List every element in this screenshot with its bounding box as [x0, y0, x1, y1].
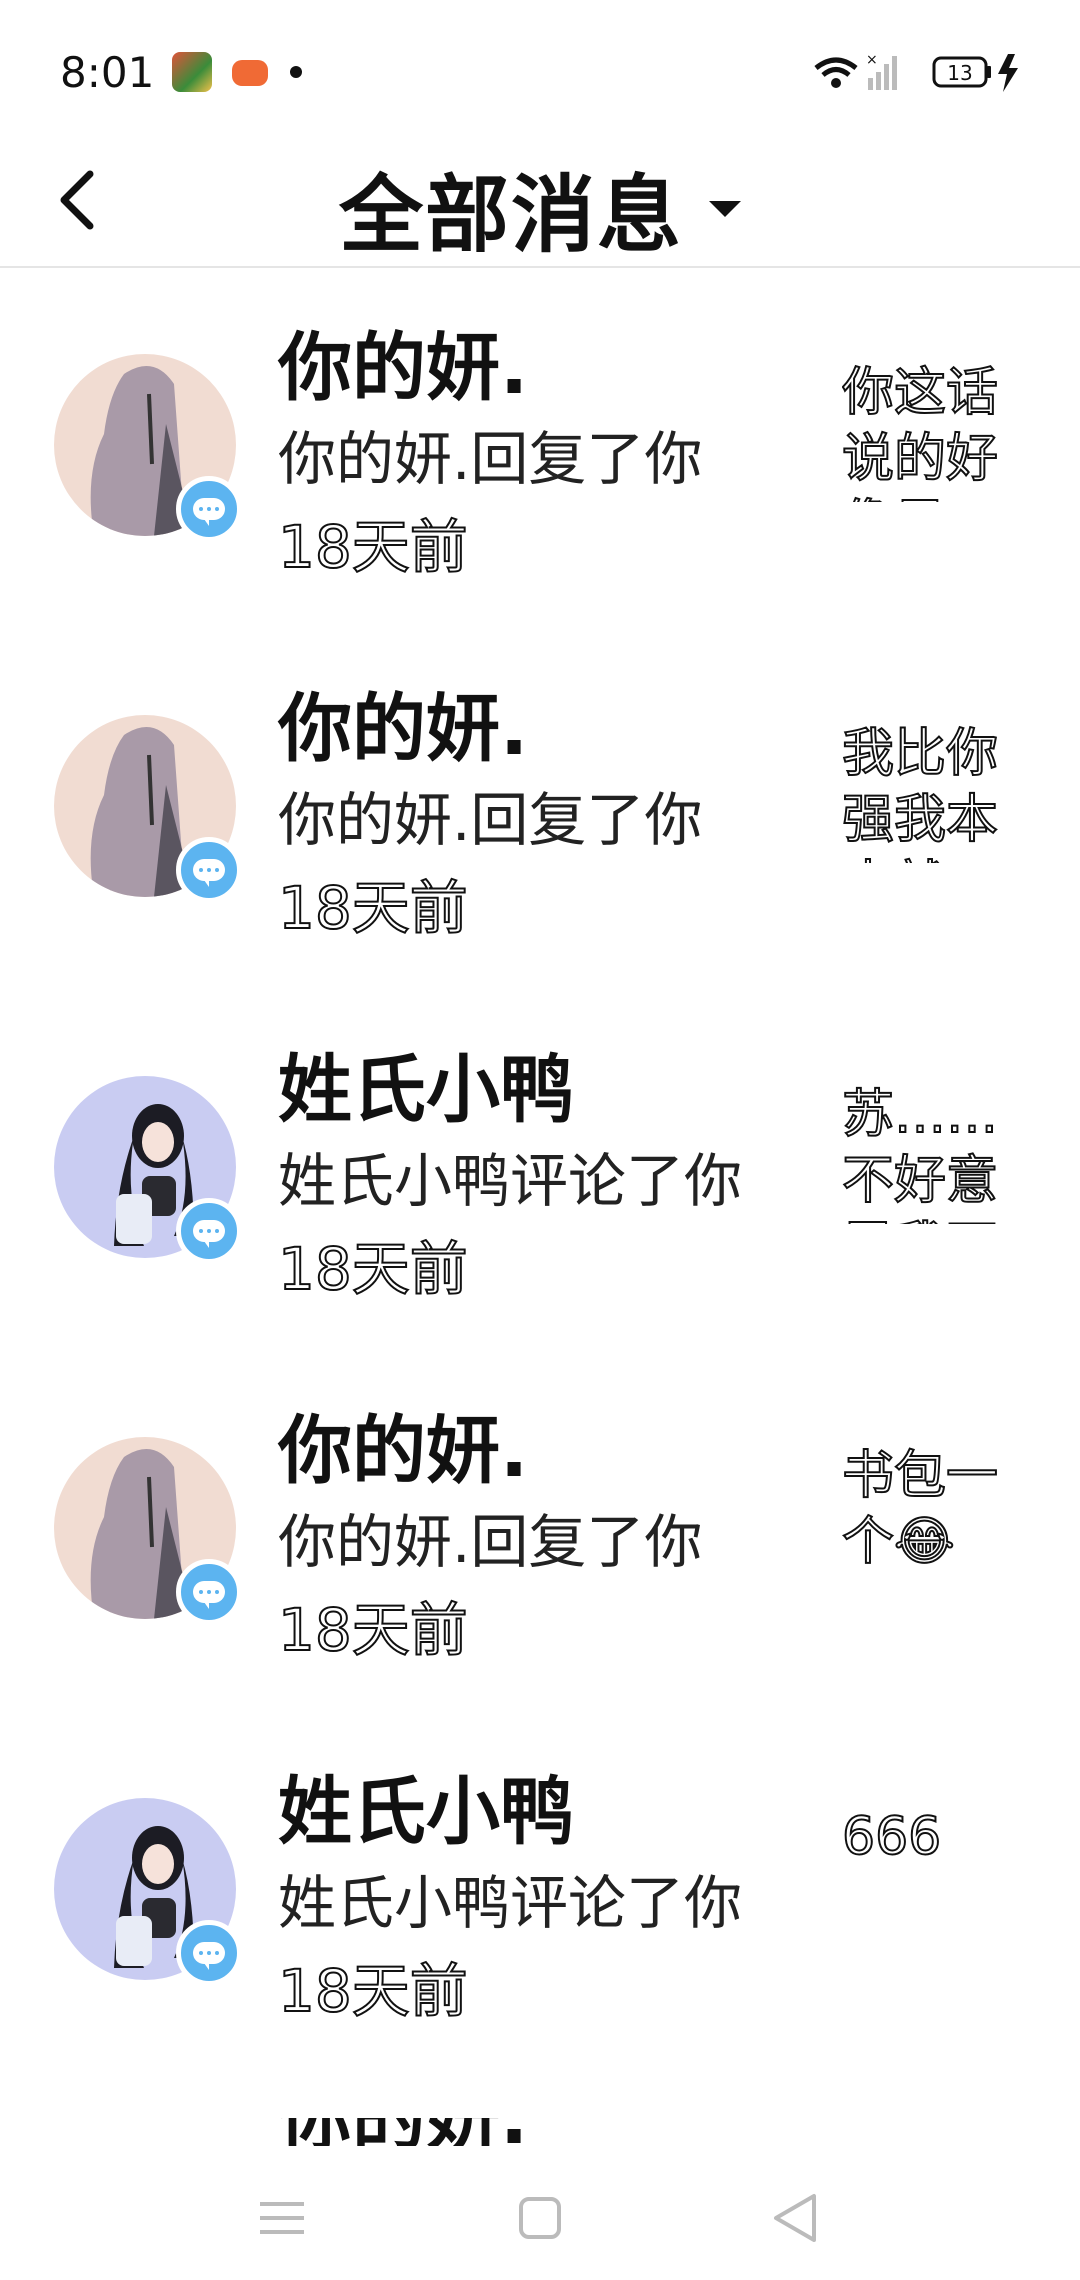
message-preview[interactable]: 苏……不好意思我不玩 [842, 1082, 1032, 1224]
message-preview[interactable]: 我比你强我本来就 [842, 721, 1032, 863]
message-time: 18天前 [277, 1956, 469, 2026]
back-triangle-icon [774, 2194, 816, 2242]
menu-button[interactable] [242, 2178, 322, 2258]
svg-text:×: × [866, 52, 878, 68]
list-item[interactable]: 姓氏小鸭 姓氏小鸭评论了你 18天前 苏……不好意思我不玩 [0, 990, 1080, 1351]
caret-down-icon [709, 200, 741, 217]
message-action: 你的妍.回复了你 [278, 425, 703, 493]
message-time: 18天前 [277, 1595, 469, 1665]
message-time: 18天前 [277, 873, 469, 943]
partial-list-item[interactable]: 你的妍. [278, 2118, 578, 2146]
message-preview[interactable]: 你这话说的好像是 [842, 360, 1032, 502]
status-bar: 8:01 × 13 [0, 0, 1080, 140]
sender-name[interactable]: 你的妍. [278, 669, 528, 776]
message-preview[interactable]: 书包一个😂 [842, 1443, 1032, 1575]
sender-name[interactable]: 你的妍. [278, 308, 528, 415]
menu-icon [260, 2202, 304, 2234]
sender-name[interactable]: 姓氏小鸭 [278, 1752, 574, 1859]
list-item[interactable]: 你的妍. 你的妍.回复了你 18天前 我比你强我本来就 [0, 629, 1080, 990]
home-icon [519, 2197, 561, 2239]
charging-icon [998, 54, 1018, 92]
status-icons: × 13 [812, 50, 1022, 94]
comment-badge-icon [176, 1198, 242, 1264]
battery-icon: 13 [932, 56, 991, 88]
signal-icon: × [866, 52, 897, 90]
sender-name: 你的妍. [278, 2118, 578, 2146]
message-list: 你的妍. 你的妍.回复了你 18天前 你这话说的好像是 你的妍. 你的妍.回复了… [0, 268, 1080, 2073]
header: 全部消息 [0, 140, 1080, 268]
comment-badge-icon [176, 1559, 242, 1625]
sender-name[interactable]: 姓氏小鸭 [278, 1030, 574, 1137]
page-title: 全部消息 [338, 166, 683, 264]
game-app-icon [172, 52, 212, 92]
message-preview[interactable]: 666 [842, 1804, 1032, 1870]
sender-name[interactable]: 你的妍. [278, 1391, 528, 1498]
status-time: 8:01 [60, 48, 155, 97]
message-action: 你的妍.回复了你 [278, 786, 703, 854]
title-dropdown[interactable]: 全部消息 [0, 148, 1080, 269]
notification-dot [290, 66, 302, 78]
message-time: 18天前 [277, 1234, 469, 1304]
message-action: 姓氏小鸭评论了你 [278, 1147, 743, 1215]
message-action: 你的妍.回复了你 [278, 1508, 703, 1576]
comment-badge-icon [176, 837, 242, 903]
home-button[interactable] [500, 2178, 580, 2258]
comment-badge-icon [176, 1920, 242, 1986]
gamepad-icon [232, 60, 268, 86]
battery-level: 13 [947, 61, 972, 85]
back-nav-button[interactable] [756, 2178, 836, 2258]
system-nav-bar [0, 2150, 1080, 2280]
list-item[interactable]: 你的妍. 你的妍.回复了你 18天前 你这话说的好像是 [0, 268, 1080, 629]
message-time: 18天前 [277, 512, 469, 582]
list-item[interactable]: 姓氏小鸭 姓氏小鸭评论了你 18天前 666 [0, 1712, 1080, 2073]
wifi-icon [814, 57, 858, 88]
comment-badge-icon [176, 476, 242, 542]
list-item[interactable]: 你的妍. 你的妍.回复了你 18天前 书包一个😂 [0, 1351, 1080, 1712]
message-action: 姓氏小鸭评论了你 [278, 1869, 743, 1937]
